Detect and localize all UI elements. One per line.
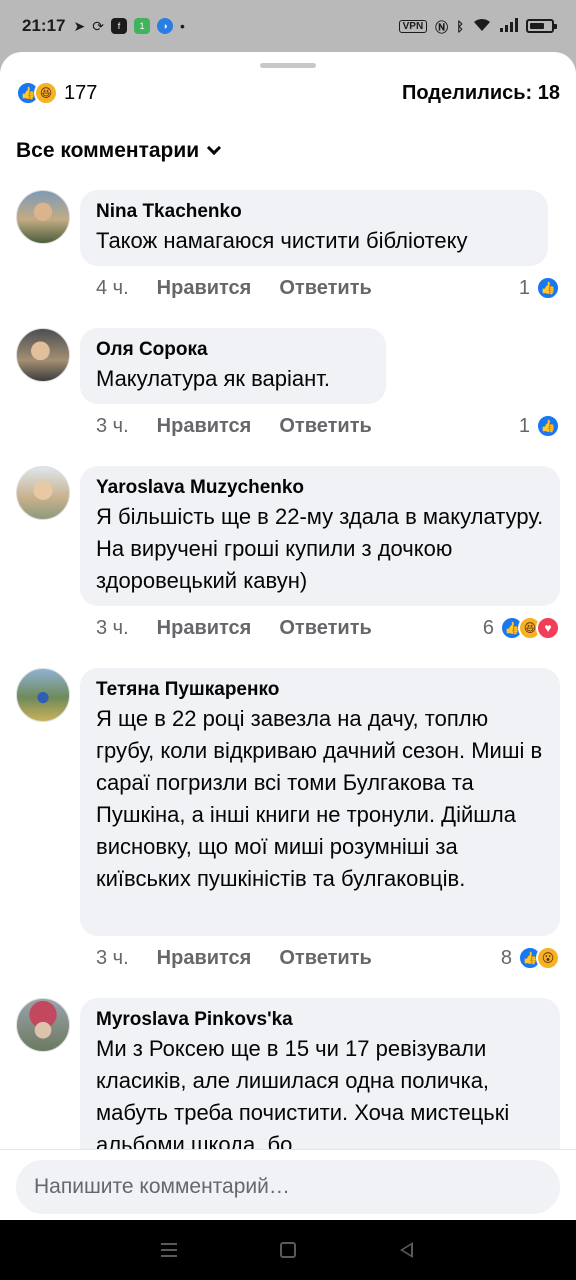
home-icon (279, 1242, 296, 1258)
comment-reactions[interactable]: 1 👍 (519, 412, 560, 440)
telegram-icon: ➤ (73, 17, 86, 34)
like-reaction-icon: 👍 (536, 414, 560, 438)
comment-author[interactable]: Yaroslava Muzychenko (96, 475, 544, 501)
like-button[interactable]: Нравится (157, 947, 252, 970)
recent-apps-button[interactable] (157, 1238, 181, 1262)
comment-bubble: Тетяна Пушкаренко Я ще в 22 році завезла… (80, 668, 560, 936)
love-reaction-icon: ♥ (536, 616, 560, 640)
comment-input[interactable] (16, 1160, 560, 1214)
reaction-icons: 👍 😆 ♥ (500, 616, 560, 640)
facebook-icon: f (110, 18, 127, 34)
bluetooth-icon: ᛒ (456, 18, 464, 34)
menu-icon (161, 1243, 178, 1257)
comment-text: Ми з Роксею ще в 15 чи 17 ревізували кла… (96, 1036, 510, 1157)
like-reaction-icon: 👍 (536, 276, 560, 300)
status-left: 21:17 ➤ ⟳ f 1 ◑ • (22, 16, 185, 36)
comment-actions: 3 ч. Нравится Ответить (96, 614, 372, 642)
comment-author[interactable]: Тетяна Пушкаренко (96, 677, 544, 703)
comment-actions: 4 ч. Нравится Ответить (96, 274, 372, 302)
comment-time[interactable]: 3 ч. (96, 415, 129, 438)
comment-text: Макулатура як варіант. (96, 366, 331, 391)
like-button[interactable]: Нравится (157, 617, 252, 640)
comment-reactions[interactable]: 8 👍 😮 (501, 944, 560, 972)
comment-text: Я ще в 22 році завезла на дачу, топлю гр… (96, 706, 543, 891)
comment-reaction-count: 8 (500, 946, 512, 969)
blue-app-icon: ◑ (156, 18, 173, 34)
dot-icon: • (179, 18, 185, 34)
comment-reaction-count: 1 (518, 414, 530, 437)
comment-actions: 3 ч. Нравится Ответить (96, 412, 372, 440)
comment-bubble: Yaroslava Muzychenko Я більшість ще в 22… (80, 466, 560, 606)
system-nav-bar (0, 1220, 576, 1280)
comment-text: Я більшість ще в 22-му здала в макулатур… (96, 504, 544, 593)
reply-button[interactable]: Ответить (279, 415, 371, 438)
avatar[interactable] (16, 466, 70, 520)
signal-icon (500, 17, 518, 35)
comments-sheet: 👍 😆 177 Поделились: 18 Все комментарии N… (0, 52, 576, 1220)
nfc-icon: Ⓝ (435, 19, 449, 35)
status-time: 21:17 (22, 16, 66, 35)
comment-text: Також намагаюся чистити бібліотеку (96, 228, 468, 253)
reaction-count: 177 (64, 81, 98, 104)
comment-composer (0, 1149, 576, 1220)
notification-icons: ➤ ⟳ f 1 ◑ • (73, 17, 185, 35)
avatar[interactable] (16, 190, 70, 244)
comment-bubble: Nina Tkachenko Також намагаюся чистити б… (80, 190, 548, 266)
reactions-summary[interactable]: 👍 😆 177 (16, 81, 97, 105)
comment-author[interactable]: Оля Сорока (96, 337, 370, 363)
reply-button[interactable]: Ответить (279, 277, 371, 300)
comment-filter-dropdown[interactable]: Все комментарии (16, 138, 222, 164)
wifi-icon (472, 17, 492, 36)
wow-reaction-icon: 😮 (536, 946, 560, 970)
like-button[interactable]: Нравится (157, 415, 252, 438)
status-right: VPN Ⓝ ᛒ (398, 17, 557, 36)
sheet-drag-handle[interactable] (260, 63, 316, 68)
app-badge-icon: 1 (133, 18, 150, 34)
comment-bubble: Оля Сорока Макулатура як варіант. (80, 328, 386, 404)
comment-reaction-count: 6 (482, 616, 494, 639)
post-summary: 👍 😆 177 Поделились: 18 (16, 79, 560, 107)
avatar[interactable] (16, 668, 70, 722)
back-icon (400, 1242, 414, 1258)
chevron-down-icon (207, 140, 222, 156)
comment-time[interactable]: 3 ч. (96, 617, 129, 640)
comment-reaction-count: 1 (518, 276, 530, 299)
sync-icon: ⟳ (92, 17, 104, 34)
filter-label: Все комментарии (16, 139, 200, 162)
reaction-icons: 👍 😮 (518, 946, 560, 970)
reply-button[interactable]: Ответить (279, 947, 371, 970)
comment-time[interactable]: 4 ч. (96, 277, 129, 300)
comment-author[interactable]: Nina Tkachenko (96, 199, 532, 225)
home-button[interactable] (276, 1238, 300, 1262)
comment-time[interactable]: 3 ч. (96, 947, 129, 970)
comment-reactions[interactable]: 6 👍 😆 ♥ (483, 614, 560, 642)
vpn-badge: VPN (398, 19, 428, 33)
reply-button[interactable]: Ответить (279, 617, 371, 640)
comment-author[interactable]: Myroslava Pinkovs'ka (96, 1007, 544, 1033)
status-bar: 21:17 ➤ ⟳ f 1 ◑ • VPN Ⓝ ᛒ (0, 0, 576, 52)
battery-icon (526, 19, 557, 33)
avatar[interactable] (16, 328, 70, 382)
comment-actions: 3 ч. Нравится Ответить (96, 944, 372, 972)
like-button[interactable]: Нравится (157, 277, 252, 300)
comment-reactions[interactable]: 1 👍 (519, 274, 560, 302)
haha-reaction-icon: 😆 (34, 81, 58, 105)
avatar[interactable] (16, 998, 70, 1052)
battery-level (530, 23, 544, 29)
back-button[interactable] (395, 1238, 419, 1262)
shares-count[interactable]: Поделились: 18 (402, 82, 560, 105)
